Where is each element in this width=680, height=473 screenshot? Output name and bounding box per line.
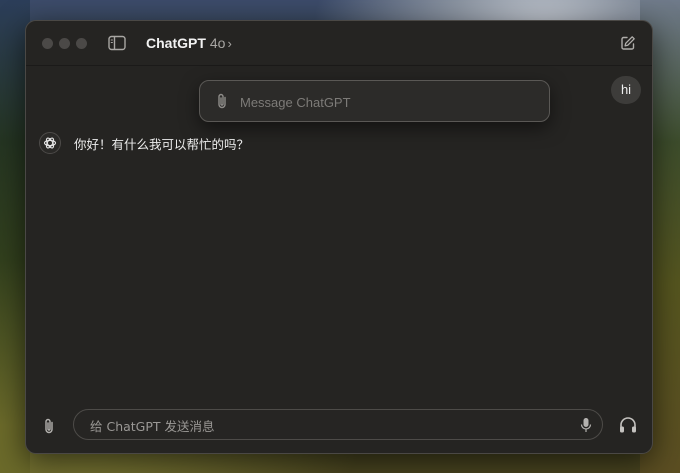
composer-bar (26, 405, 652, 445)
chatgpt-window: ChatGPT4o› hi 你好！有 (25, 20, 653, 454)
titlebar: ChatGPT 4o › (26, 21, 652, 66)
message-input[interactable] (88, 415, 562, 437)
chatgpt-logo-icon (39, 132, 61, 154)
close-window-button[interactable] (42, 38, 53, 49)
headphones-icon[interactable] (618, 416, 638, 434)
floating-message-box[interactable] (199, 80, 550, 122)
microphone-icon[interactable] (580, 417, 592, 433)
floating-message-input[interactable] (238, 90, 532, 114)
assistant-message-text: 你好！有什么我可以帮忙的吗？ (74, 137, 250, 152)
sidebar-toggle-icon[interactable] (108, 35, 126, 51)
chevron-right-icon: › (227, 36, 232, 51)
new-chat-icon[interactable] (620, 35, 636, 51)
model-selector[interactable]: ChatGPT 4o › (146, 35, 232, 51)
minimize-window-button[interactable] (59, 38, 70, 49)
app-title: ChatGPT (146, 35, 206, 51)
paperclip-icon[interactable] (214, 92, 230, 110)
user-message-bubble: hi (611, 76, 641, 104)
zoom-window-button[interactable] (76, 38, 87, 49)
composer-input-wrapper[interactable] (73, 409, 603, 440)
model-name: 4o (209, 35, 226, 51)
paperclip-icon[interactable] (41, 417, 57, 435)
